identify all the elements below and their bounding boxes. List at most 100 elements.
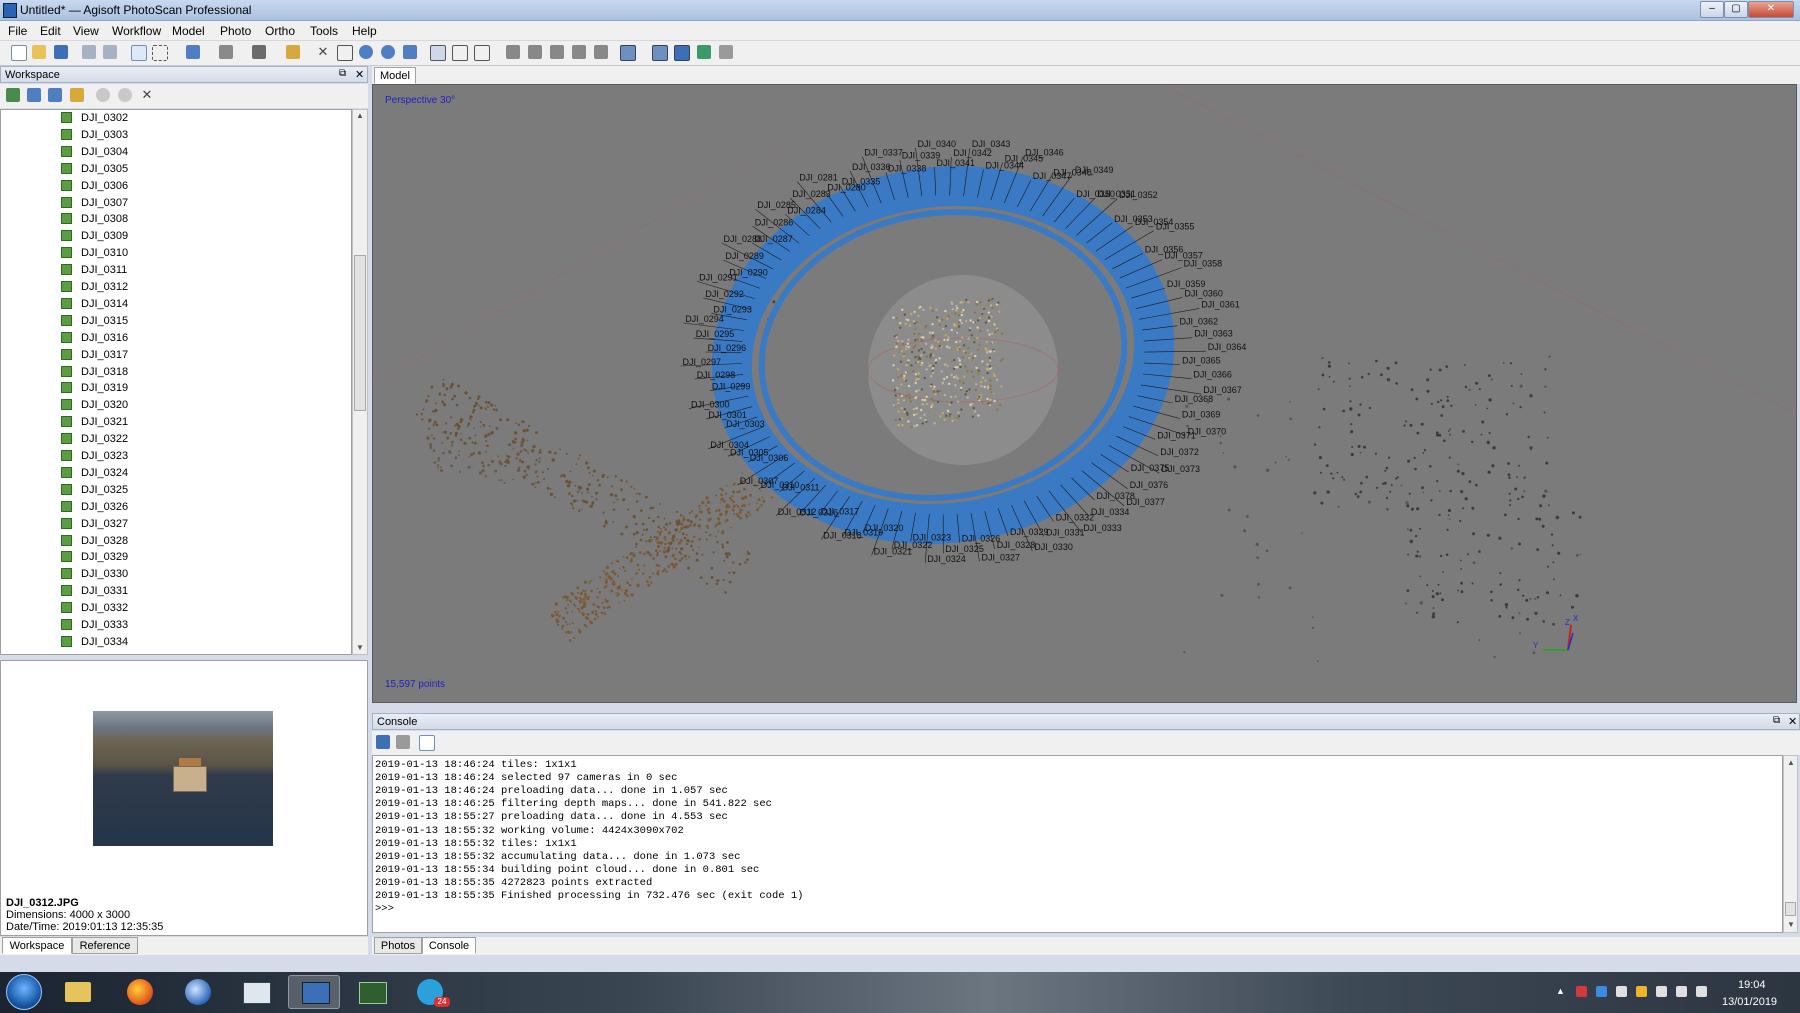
clear-log-icon[interactable] [396,735,410,749]
tray-device-icon[interactable] [1616,986,1627,997]
workspace-camera-item[interactable]: DJI_0331 [61,583,281,600]
show-markers-icon[interactable] [697,45,711,59]
taskbar-window[interactable] [230,975,282,1009]
view-right-icon[interactable] [572,45,586,59]
taskbar-explorer[interactable] [52,975,104,1009]
tab-workspace[interactable]: Workspace [2,937,72,954]
add-marker-icon[interactable] [70,88,84,102]
maximize-button[interactable]: ▢ [1724,1,1748,18]
run-script-icon[interactable] [419,735,435,751]
start-button[interactable] [6,974,42,1010]
workspace-camera-item[interactable]: DJI_0303 [61,127,281,144]
tab-console[interactable]: Console [422,937,476,954]
tray-flag-icon[interactable] [1636,986,1647,997]
console-scroll-up-icon[interactable]: ▲ [1787,758,1795,767]
workspace-camera-item[interactable]: DJI_0323 [61,448,281,465]
shaded-icon[interactable] [474,45,490,61]
taskbar-terminal[interactable] [346,975,398,1009]
console-close-icon[interactable]: ✕ [1788,715,1797,728]
workspace-camera-item[interactable]: DJI_0326 [61,499,281,516]
minimize-button[interactable]: – [1700,1,1724,18]
workspace-scrollbar[interactable]: ▲ ▼ [352,109,368,655]
float-icon[interactable]: ⧉ [339,68,346,79]
workspace-camera-item[interactable]: DJI_0322 [61,431,281,448]
taskbar-photoscan[interactable] [288,975,340,1009]
model-viewport[interactable]: DJI_0335 DJI_0336 DJI_0337 DJI_0338 DJI_0339… [372,84,1797,703]
scroll-down-icon[interactable]: ▼ [356,643,364,652]
tab-reference[interactable]: Reference [72,937,138,954]
taskbar-thunderbird[interactable] [172,975,224,1009]
workspace-camera-item[interactable]: DJI_0306 [61,178,281,195]
workspace-camera-item[interactable]: DJI_0307 [61,195,281,212]
disable-icon[interactable] [118,88,132,102]
workspace-camera-item[interactable]: DJI_0314 [61,296,281,313]
tray-volume-icon[interactable] [1676,986,1687,997]
console-float-icon[interactable]: ⧉ [1773,715,1780,726]
point-cloud-icon[interactable] [430,45,446,61]
menu-help[interactable]: Help [352,24,377,38]
menu-workflow[interactable]: Workflow [112,24,161,38]
add-folder-icon[interactable] [48,88,62,102]
taskbar-telegram[interactable]: 24 [404,975,456,1009]
workspace-camera-item[interactable]: DJI_0324 [61,465,281,482]
tray-network-icon[interactable] [1656,986,1667,997]
add-photos-icon[interactable] [27,88,41,102]
workspace-camera-item[interactable]: DJI_0316 [61,330,281,347]
navigation-icon[interactable] [131,45,147,61]
scroll-thumb[interactable] [354,255,366,411]
workspace-camera-item[interactable]: DJI_0330 [61,566,281,583]
workspace-camera-item[interactable]: DJI_0308 [61,211,281,228]
save-log-icon[interactable] [376,735,390,749]
menu-edit[interactable]: Edit [40,24,61,38]
taskbar-firefox[interactable] [114,975,166,1009]
console-scroll-thumb[interactable] [1785,902,1796,916]
workspace-camera-item[interactable]: DJI_0305 [61,161,281,178]
console-scrollbar[interactable]: ▲ ▼ [1783,755,1798,933]
console-output[interactable]: 2019-01-13 18:46:24 tiles: 1x1x1 2019-01-… [372,755,1783,933]
workspace-camera-item[interactable]: DJI_0312 [61,279,281,296]
workspace-camera-item[interactable]: DJI_0334 [61,634,281,651]
show-region-icon[interactable] [719,45,733,59]
workspace-camera-item[interactable]: DJI_0317 [61,347,281,364]
move-region-icon[interactable] [186,45,200,59]
reset-view-icon[interactable] [403,45,417,59]
workspace-camera-item[interactable]: DJI_0327 [61,516,281,533]
zoom-in-icon[interactable] [359,45,373,59]
new-icon[interactable] [11,45,27,61]
view-top-icon[interactable] [594,45,608,59]
workspace-camera-item[interactable]: DJI_0328 [61,533,281,550]
zoom-out-icon[interactable] [381,45,395,59]
workspace-camera-item[interactable]: DJI_0302 [61,110,281,127]
menu-model[interactable]: Model [172,24,205,38]
view-left-icon[interactable] [550,45,564,59]
workspace-camera-item[interactable]: DJI_0320 [61,397,281,414]
workspace-camera-item[interactable]: DJI_0332 [61,600,281,617]
show-cameras-icon[interactable] [620,45,636,61]
close-panel-icon[interactable]: ✕ [355,68,364,81]
pencil-icon[interactable] [286,45,300,59]
delete-selection-icon[interactable]: ✕ [316,45,330,59]
tab-photos[interactable]: Photos [374,937,422,954]
tray-mail-icon[interactable] [1576,986,1587,997]
workspace-camera-item[interactable]: DJI_0333 [61,617,281,634]
enable-icon[interactable] [96,88,110,102]
crop-icon[interactable] [337,45,353,61]
workspace-camera-item[interactable]: DJI_0304 [61,144,281,161]
dense-cloud-icon[interactable] [452,45,468,61]
redo-icon[interactable] [103,45,117,59]
tray-expand-icon[interactable]: ▲ [1556,986,1567,997]
menu-view[interactable]: View [73,24,99,38]
model-scene[interactable]: DJI_0335DJI_0336DJI_0337DJI_0338DJI_0339… [373,85,1797,703]
rectangle-select-icon[interactable] [152,45,168,61]
workspace-camera-item[interactable]: DJI_0325 [61,482,281,499]
workspace-camera-item[interactable]: DJI_0315 [61,313,281,330]
view-back-icon[interactable] [528,45,542,59]
ruler-icon[interactable] [252,45,266,59]
workspace-camera-item[interactable]: DJI_0310 [61,245,281,262]
menu-file[interactable]: File [8,24,27,38]
view-front-icon[interactable] [506,45,520,59]
tray-action-center-icon[interactable] [1696,986,1707,997]
show-info-icon[interactable] [674,45,690,61]
tab-model[interactable]: Model [374,67,416,84]
scroll-up-icon[interactable]: ▲ [356,111,364,120]
